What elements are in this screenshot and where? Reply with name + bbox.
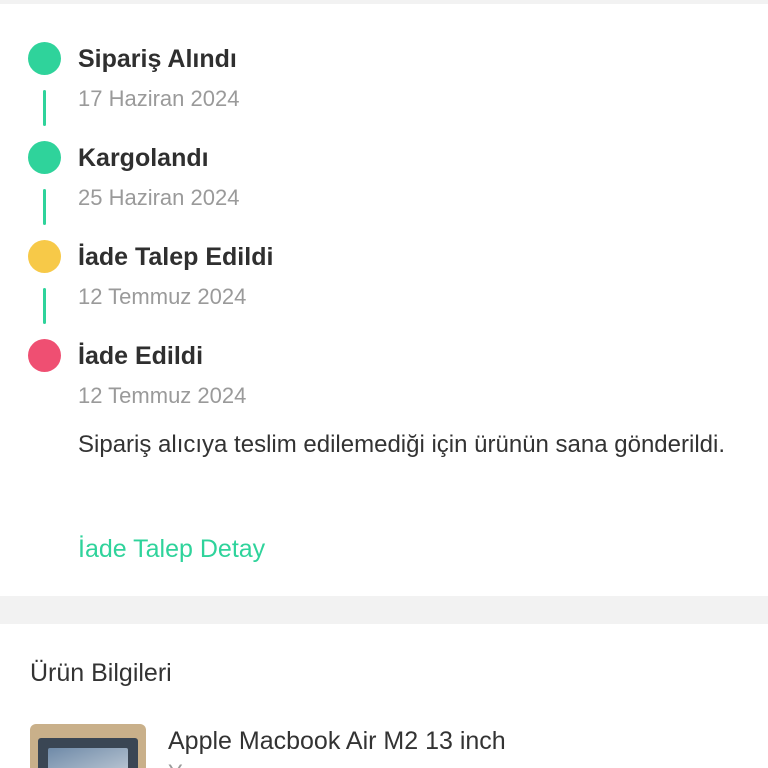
status-dot-icon	[28, 42, 61, 75]
step-date: 25 Haziran 2024	[78, 185, 240, 210]
step-date: 17 Haziran 2024	[78, 86, 240, 111]
step-title: İade Edildi	[78, 342, 204, 370]
product-info-card: Ürün Bilgileri Apple Macbook Air M2 13 i…	[0, 624, 768, 768]
section-title: Ürün Bilgileri	[30, 659, 172, 687]
timeline-connector	[43, 288, 46, 324]
order-status-timeline: Sipariş Alındı 17 Haziran 2024 Kargoland…	[0, 0, 768, 596]
step-title: İade Talep Edildi	[78, 243, 274, 271]
product-variant: Y...	[168, 760, 198, 768]
return-description: Sipariş alıcıya teslim edilemediği için …	[78, 431, 726, 458]
order-timeline-card: Sipariş Alındı 17 Haziran 2024 Kargoland…	[0, 0, 768, 596]
product-thumbnail[interactable]	[30, 724, 146, 768]
timeline-connector	[43, 189, 46, 225]
step-title: Kargolandı	[78, 144, 209, 172]
step-title: Sipariş Alındı	[78, 45, 237, 73]
return-request-detail-link[interactable]: İade Talep Detay	[78, 535, 265, 564]
status-dot-icon	[28, 339, 61, 372]
step-date: 12 Temmuz 2024	[78, 383, 247, 408]
laptop-screen-image	[38, 738, 138, 768]
step-date: 12 Temmuz 2024	[78, 284, 247, 309]
timeline-connector	[43, 90, 46, 126]
status-dot-icon	[28, 240, 61, 273]
product-name[interactable]: Apple Macbook Air M2 13 inch	[168, 727, 506, 756]
status-dot-icon	[28, 141, 61, 174]
wallpaper-image	[48, 748, 128, 768]
